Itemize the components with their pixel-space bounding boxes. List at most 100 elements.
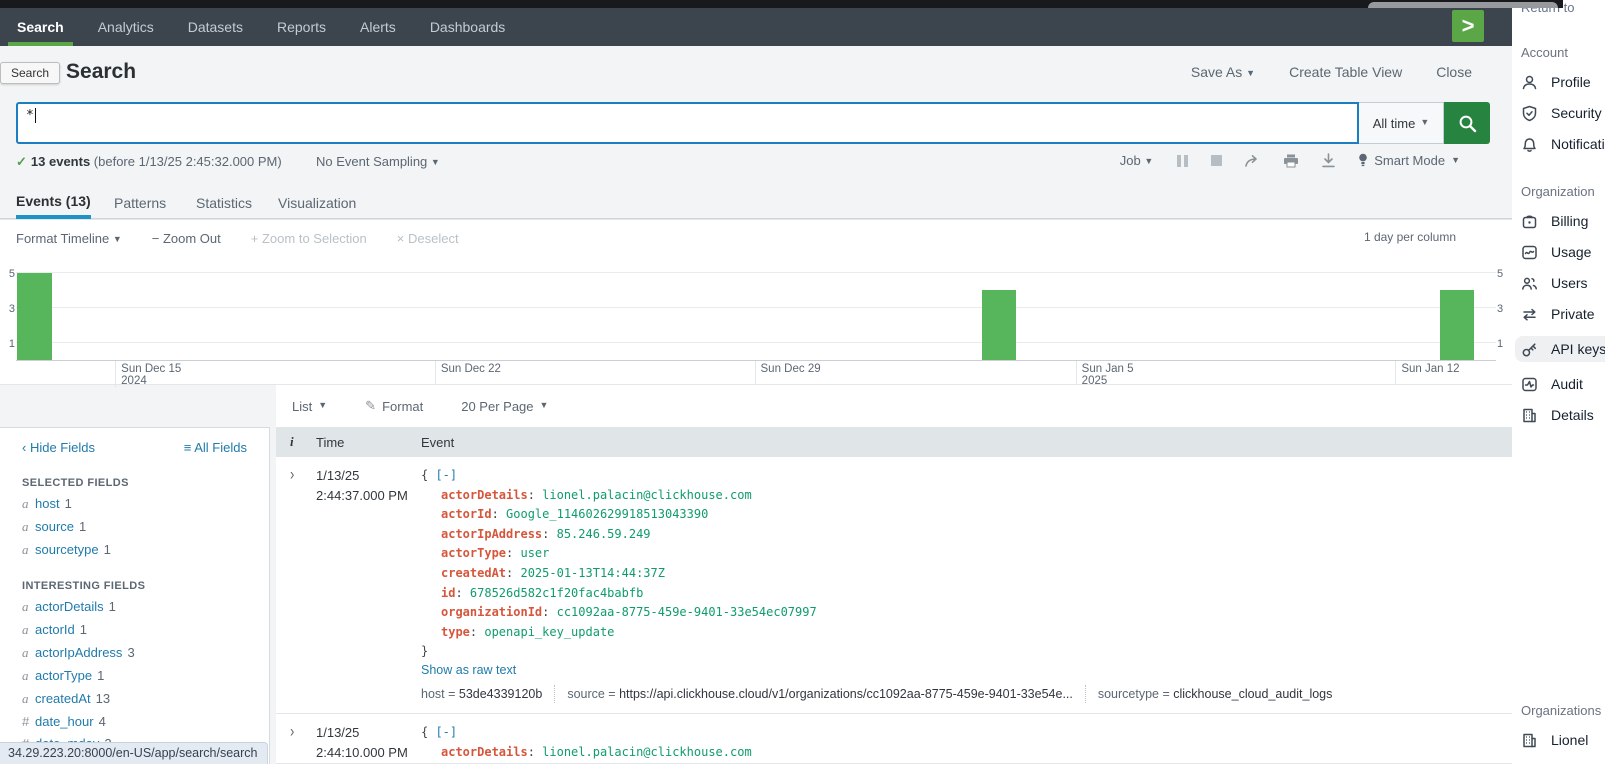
- chevron-down-icon: ▼: [1451, 155, 1460, 165]
- export-icon[interactable]: [1321, 153, 1336, 168]
- event-json: { [-]actorDetails: lionel.palacin@clickh…: [421, 723, 1512, 762]
- create-table-view-button[interactable]: Create Table View: [1289, 64, 1402, 80]
- building-icon: [1521, 407, 1538, 424]
- job-dropdown[interactable]: Job ▼: [1120, 153, 1154, 168]
- field-item-actorType[interactable]: aactorType1: [22, 668, 269, 684]
- field-item-createdAt[interactable]: acreatedAt13: [22, 691, 269, 707]
- x-axis-tick-label: Sun Dec 29: [761, 363, 821, 375]
- chevron-down-icon: ▼: [318, 400, 327, 410]
- json-field[interactable]: organizationId: cc1092aa-8775-459e-9401-…: [421, 603, 1512, 623]
- sidebar-item-profile[interactable]: Profile: [1521, 73, 1605, 91]
- list-view-dropdown[interactable]: List▼: [292, 399, 327, 414]
- stop-icon[interactable]: [1211, 155, 1222, 166]
- nav-item-reports[interactable]: Reports: [260, 8, 343, 46]
- field-type-icon: a: [22, 519, 35, 535]
- meta-field-host[interactable]: host = 53de4339120b: [421, 687, 542, 701]
- organizations-section-label: Organizations: [1521, 703, 1605, 718]
- sidebar-item-usage[interactable]: Usage: [1521, 243, 1605, 261]
- nav-item-search[interactable]: Search: [0, 8, 81, 46]
- field-item-sourcetype[interactable]: asourcetype1: [22, 542, 269, 558]
- collapse-json-link[interactable]: [-]: [435, 468, 457, 482]
- sidebar-item-users[interactable]: Users: [1521, 274, 1605, 292]
- chevron-down-icon: ▼: [1144, 156, 1153, 166]
- histogram-bar[interactable]: [1440, 290, 1474, 360]
- meta-field-sourcetype[interactable]: sourcetype = clickhouse_cloud_audit_logs: [1098, 687, 1333, 701]
- json-field[interactable]: actorType: user: [421, 544, 1512, 564]
- sidebar-item-organization-lionel[interactable]: Lionel: [1521, 731, 1605, 749]
- search-mode-dropdown[interactable]: Smart Mode ▼: [1358, 153, 1460, 168]
- search-input[interactable]: *: [16, 102, 1359, 144]
- show-raw-text-link[interactable]: Show as raw text: [421, 663, 516, 677]
- clickhouse-settings-sidebar: Return to Account Profile Security Notif…: [1512, 0, 1605, 764]
- save-as-button[interactable]: Save As ▼: [1191, 64, 1255, 80]
- hide-fields-button[interactable]: ‹ Hide Fields: [22, 440, 95, 455]
- histogram-bar[interactable]: [17, 273, 51, 360]
- field-item-actorId[interactable]: aactorId1: [22, 622, 269, 638]
- sidebar-item-audit[interactable]: Audit: [1521, 375, 1605, 393]
- expand-event-icon[interactable]: ›: [290, 721, 294, 741]
- splunk-logo-icon[interactable]: >: [1452, 10, 1484, 42]
- search-submit-button[interactable]: [1444, 102, 1490, 144]
- field-item-actorDetails[interactable]: aactorDetails1: [22, 599, 269, 615]
- zoom-to-selection-button[interactable]: + Zoom to Selection: [251, 231, 367, 246]
- field-item-host[interactable]: ahost1: [22, 496, 269, 512]
- json-field[interactable]: actorId: Google_114602629918513043390: [421, 505, 1512, 525]
- field-type-icon: a: [22, 691, 35, 707]
- search-tooltip: Search: [0, 62, 60, 84]
- tab-statistics[interactable]: Statistics: [196, 186, 252, 219]
- gridline: [16, 307, 1496, 308]
- nav-item-dashboards[interactable]: Dashboards: [413, 8, 523, 46]
- sidebar-item-details[interactable]: Details: [1521, 406, 1605, 424]
- audit-icon: [1521, 376, 1538, 393]
- close-button[interactable]: Close: [1436, 64, 1472, 80]
- time-range-picker[interactable]: All time▼: [1359, 102, 1444, 144]
- y-axis-tick: 3: [3, 303, 15, 315]
- json-field[interactable]: id: 678526d582c1f20fac4babfb: [421, 584, 1512, 604]
- x-axis-tick-label: Sun Jan 12: [1401, 363, 1459, 375]
- y-axis-tick: 1: [3, 338, 15, 350]
- events-histogram[interactable]: 113355: [16, 260, 1496, 360]
- event-row: ›1/13/252:44:37.000 PM{ [-]actorDetails:…: [276, 457, 1512, 714]
- json-field[interactable]: actorDetails: lionel.palacin@clickhouse.…: [421, 486, 1512, 506]
- json-field[interactable]: type: openapi_key_update: [421, 623, 1512, 643]
- field-item-date_hour[interactable]: #date_hour4: [22, 714, 269, 729]
- sidebar-item-private[interactable]: Private: [1521, 305, 1605, 323]
- zoom-out-button[interactable]: − Zoom Out: [152, 231, 221, 246]
- sidebar-item-security[interactable]: Security: [1521, 104, 1605, 122]
- field-item-actorIpAddress[interactable]: aactorIpAddress3: [22, 645, 269, 661]
- sidebar-item-billing[interactable]: Billing: [1521, 212, 1605, 230]
- share-icon[interactable]: [1244, 154, 1261, 168]
- results-tabs: Events (13) Patterns Statistics Visualiz…: [0, 186, 1512, 219]
- deselect-button[interactable]: × Deselect: [397, 231, 459, 246]
- shield-icon: [1521, 105, 1538, 122]
- column-header-i: i: [276, 434, 316, 450]
- pause-icon[interactable]: [1175, 155, 1189, 167]
- expand-event-icon[interactable]: ›: [290, 464, 294, 484]
- json-field[interactable]: actorDetails: lionel.palacin@clickhouse.…: [421, 743, 1512, 763]
- field-item-source[interactable]: asource1: [22, 519, 269, 535]
- building-icon: [1521, 732, 1538, 749]
- format-button[interactable]: ✎Format: [365, 398, 423, 414]
- json-field[interactable]: createdAt: 2025-01-13T14:44:37Z: [421, 564, 1512, 584]
- print-icon[interactable]: [1283, 153, 1299, 168]
- meta-field-source[interactable]: source = https://api.clickhouse.cloud/v1…: [567, 687, 1073, 701]
- json-field[interactable]: actorIpAddress: 85.246.59.249: [421, 525, 1512, 545]
- per-page-dropdown[interactable]: 20 Per Page▼: [461, 399, 548, 414]
- sidebar-item-notifications[interactable]: Notifications: [1521, 135, 1605, 153]
- tab-events[interactable]: Events (13): [16, 186, 91, 219]
- format-timeline-dropdown[interactable]: Format Timeline ▼: [16, 231, 122, 246]
- event-time: 1/13/252:44:37.000 PM: [316, 466, 421, 713]
- field-type-icon: a: [22, 622, 35, 638]
- window-top-strip: [0, 0, 1563, 8]
- nav-item-alerts[interactable]: Alerts: [343, 8, 413, 46]
- collapse-json-link[interactable]: [-]: [435, 725, 457, 739]
- histogram-bar[interactable]: [982, 290, 1016, 360]
- billing-icon: [1521, 213, 1538, 230]
- tab-visualization[interactable]: Visualization: [278, 186, 356, 219]
- all-fields-button[interactable]: ≡ All Fields: [184, 440, 247, 455]
- nav-item-datasets[interactable]: Datasets: [171, 8, 260, 46]
- nav-item-analytics[interactable]: Analytics: [81, 8, 171, 46]
- sidebar-item-api-keys[interactable]: API keys: [1515, 336, 1605, 362]
- tab-patterns[interactable]: Patterns: [114, 186, 166, 219]
- event-sampling-dropdown[interactable]: No Event Sampling ▼: [316, 154, 440, 169]
